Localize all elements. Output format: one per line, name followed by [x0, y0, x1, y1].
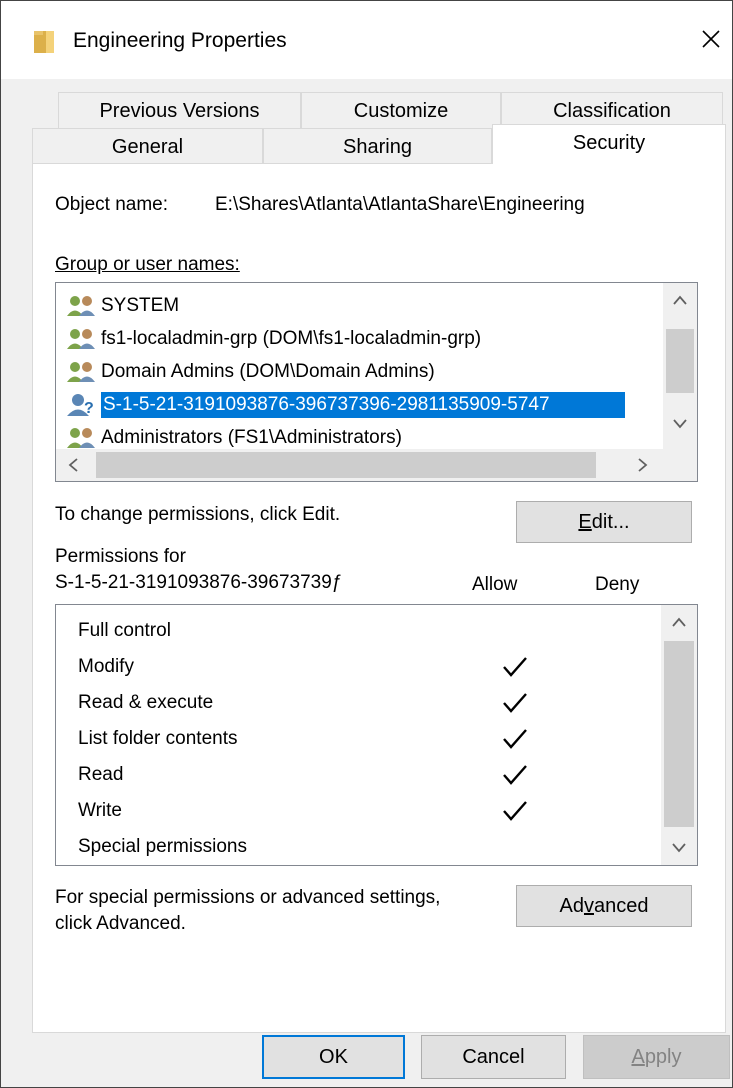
list-item[interactable]: fs1-localadmin-grp (DOM\fs1-localadmin-g… [66, 322, 481, 355]
properties-dialog: Engineering Properties Previous Versions… [0, 0, 733, 1088]
list-item-label: Administrators (FS1\Administrators) [101, 426, 402, 448]
deny-column-header: Deny [595, 574, 640, 595]
user-group-icon [67, 361, 95, 382]
object-name-label: Object name: [55, 194, 168, 215]
advanced-hint-line1: For special permissions or advanced sett… [55, 887, 441, 908]
security-panel: Object name: E:\Shares\Atlanta\AtlantaSh… [32, 163, 726, 1033]
list-item[interactable]: ? S-1-5-21-3191093876-396737396-29811359… [66, 388, 625, 421]
list-item-label: S-1-5-21-3191093876-396737396-2981135909… [101, 391, 625, 418]
apply-button[interactable]: Apply [583, 1035, 730, 1079]
list-item-label: fs1-localadmin-grp (DOM\fs1-localadmin-g… [101, 327, 482, 349]
tab-previous-versions[interactable]: Previous Versions [58, 92, 301, 128]
permission-name: Special permissions [78, 836, 247, 857]
horizontal-scrollbar[interactable] [56, 449, 663, 481]
title-bar: Engineering Properties [1, 1, 732, 79]
permission-row: List folder contents [78, 721, 638, 757]
edit-button[interactable]: Edit... [516, 501, 692, 543]
permission-name: Modify [78, 656, 134, 677]
user-group-icon [67, 295, 95, 316]
allow-check-icon [503, 657, 527, 677]
close-icon [702, 30, 720, 48]
permission-row: Read [78, 757, 638, 793]
permission-name: Full control [78, 620, 171, 641]
allow-check-icon [503, 729, 527, 749]
scroll-right-arrow-icon[interactable] [628, 450, 658, 480]
permission-row: Modify [78, 649, 638, 685]
group-user-names-label: Group or user names: [55, 254, 240, 275]
tab-classification[interactable]: Classification [501, 92, 723, 128]
tab-sharing[interactable]: Sharing [263, 128, 492, 164]
permission-row: Read & execute [78, 685, 638, 721]
user-group-icon [67, 328, 95, 349]
scroll-up-arrow-icon[interactable] [665, 285, 695, 315]
permission-name: Read & execute [78, 692, 214, 713]
advanced-button[interactable]: Advanced [516, 885, 692, 927]
list-item-label: SYSTEM [101, 294, 180, 316]
vertical-scrollbar[interactable] [661, 605, 697, 865]
allow-check-icon [503, 693, 527, 713]
permission-row: Special permissions [78, 829, 638, 865]
permissions-list[interactable]: Full control Modify Read & execute List fol… [55, 604, 698, 866]
group-user-list[interactable]: SYSTEM fs1-localadmin-grp (DOM\fs1-local… [55, 282, 698, 482]
cancel-button[interactable]: Cancel [421, 1035, 566, 1079]
list-item[interactable]: SYSTEM [66, 289, 179, 322]
user-group-icon [67, 427, 95, 448]
scroll-up-arrow-icon[interactable] [664, 607, 694, 637]
scrollbar-thumb[interactable] [664, 641, 694, 827]
permission-name: List folder contents [78, 728, 238, 749]
permission-row: Full control [78, 613, 638, 649]
edit-button-label: Edit... [578, 511, 630, 533]
ok-button[interactable]: OK [262, 1035, 405, 1079]
list-item[interactable]: Domain Admins (DOM\Domain Admins) [66, 355, 435, 388]
scroll-corner [663, 449, 697, 481]
permissions-for-principal: S-1-5-21-3191093876-39673739ƒ [55, 572, 343, 593]
object-name-value: E:\Shares\Atlanta\AtlantaShare\Engineeri… [215, 194, 585, 215]
scrollbar-thumb[interactable] [666, 329, 694, 393]
svg-text:?: ? [84, 400, 94, 417]
change-permissions-hint: To change permissions, click Edit. [55, 504, 341, 525]
folder-icon [34, 31, 54, 53]
scroll-left-arrow-icon[interactable] [58, 450, 88, 480]
permission-name: Read [78, 764, 124, 785]
allow-column-header: Allow [472, 574, 518, 595]
scrollbar-thumb[interactable] [96, 452, 596, 478]
tab-security[interactable]: Security [492, 124, 726, 164]
scroll-down-arrow-icon[interactable] [664, 833, 694, 863]
vertical-scrollbar[interactable] [663, 283, 697, 449]
permissions-for-label: Permissions for [55, 546, 186, 567]
unknown-user-icon: ? [67, 393, 94, 417]
permission-row: Write [78, 793, 638, 829]
window-title: Engineering Properties [73, 29, 287, 52]
tab-general[interactable]: General [32, 128, 263, 164]
tab-customize[interactable]: Customize [301, 92, 501, 128]
scroll-down-arrow-icon[interactable] [665, 409, 695, 439]
advanced-hint-line2: click Advanced. [55, 913, 186, 934]
allow-check-icon [503, 801, 527, 821]
list-item-label: Domain Admins (DOM\Domain Admins) [101, 360, 435, 382]
allow-check-icon [503, 765, 527, 785]
close-button[interactable] [691, 19, 731, 59]
permission-name: Write [78, 800, 122, 821]
